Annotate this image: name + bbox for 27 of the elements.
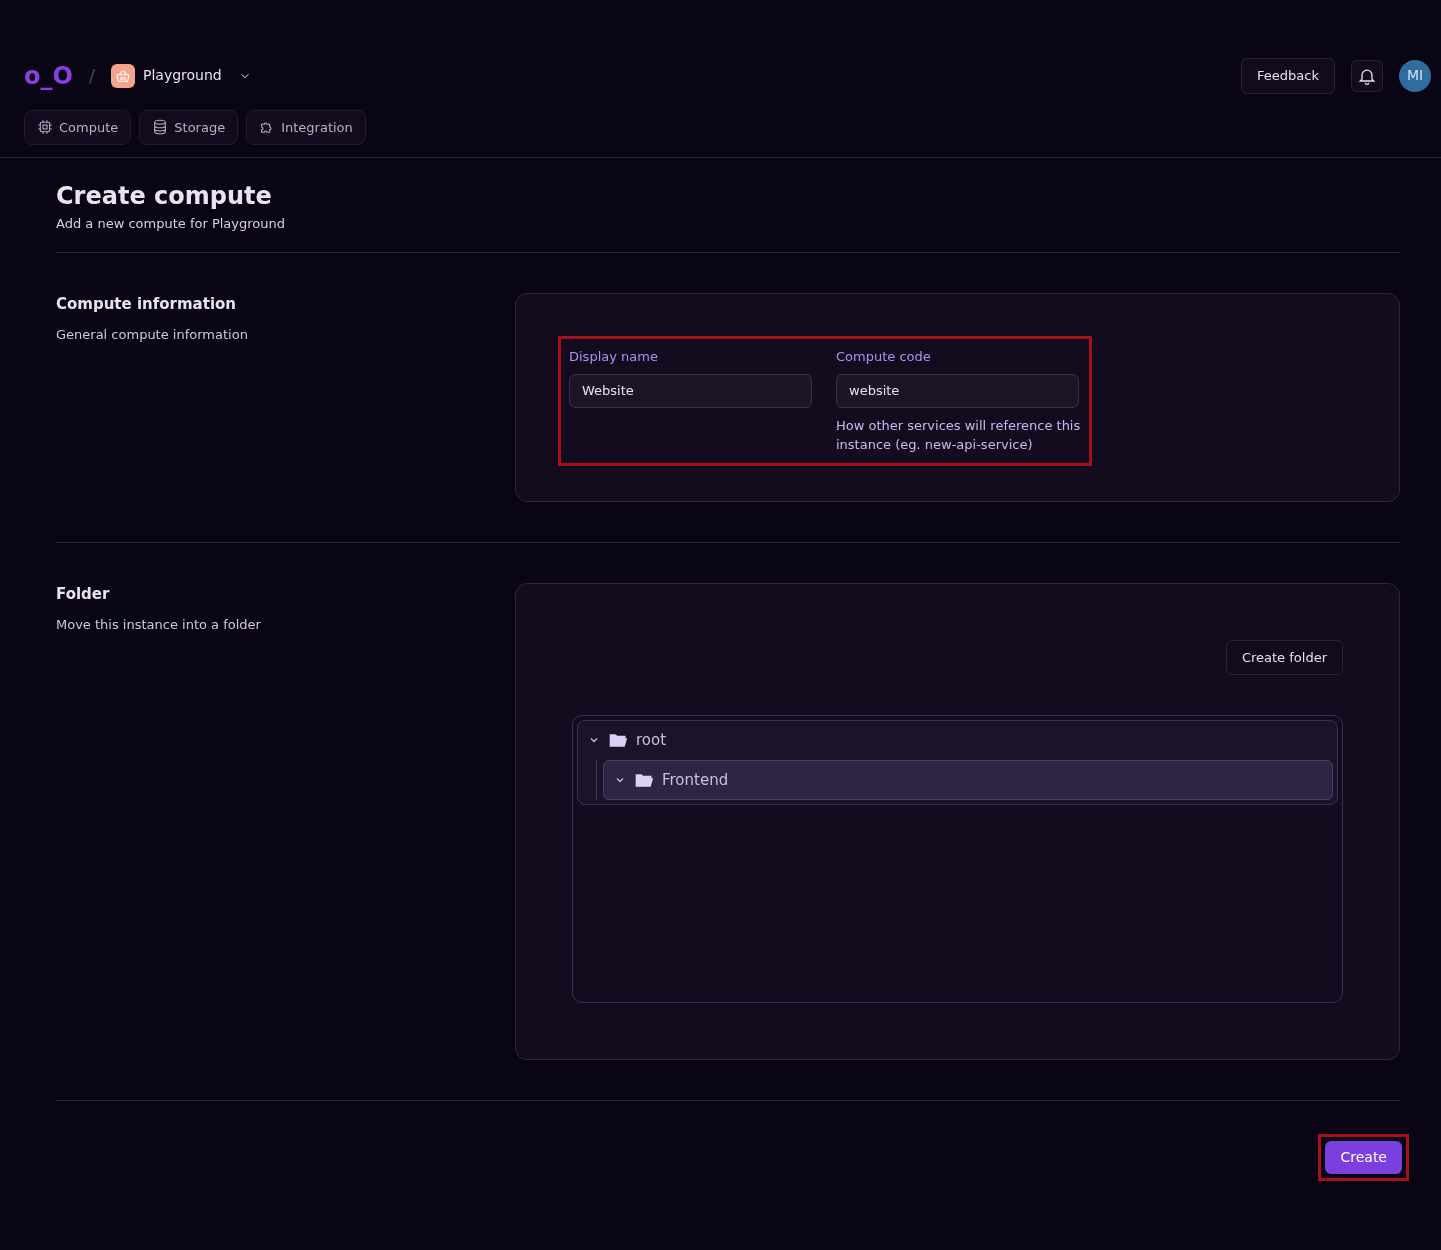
database-icon xyxy=(152,119,169,136)
create-folder-button[interactable]: Create folder xyxy=(1225,639,1343,675)
breadcrumb-separator: / xyxy=(88,64,95,89)
tree-item[interactable]: root xyxy=(578,721,1337,760)
field-label: Display name xyxy=(569,347,659,366)
chip-icon xyxy=(37,119,53,136)
page-subtitle: Add a new compute for Playground xyxy=(56,215,286,233)
field-label: Compute code xyxy=(836,347,932,366)
field-help-text: How other services will reference this instance (eg. new-api-service) xyxy=(836,416,1081,454)
nav-tab[interactable]: Compute xyxy=(24,109,132,145)
section-title: Compute information xyxy=(56,293,238,315)
project-selector[interactable]: Playground xyxy=(142,65,252,87)
basket-icon xyxy=(110,63,135,88)
page-title: Create compute xyxy=(56,181,273,212)
section-description: Move this instance into a folder xyxy=(56,616,262,634)
user-avatar[interactable]: MI xyxy=(1399,59,1431,92)
feedback-button[interactable]: Feedback xyxy=(1241,58,1335,94)
text-field[interactable]: website xyxy=(836,374,1079,408)
tree-item[interactable]: Frontend xyxy=(603,759,1333,800)
nav-tab[interactable]: Storage xyxy=(139,109,239,145)
logo[interactable]: o_O xyxy=(24,63,73,88)
section-title: Folder xyxy=(56,583,111,605)
nav-tab[interactable]: Integration xyxy=(246,109,366,145)
notifications-button[interactable] xyxy=(1351,59,1383,92)
section-description: General compute information xyxy=(56,326,249,344)
text-field[interactable]: Website xyxy=(569,374,812,408)
create-button[interactable]: Create xyxy=(1325,1141,1402,1174)
